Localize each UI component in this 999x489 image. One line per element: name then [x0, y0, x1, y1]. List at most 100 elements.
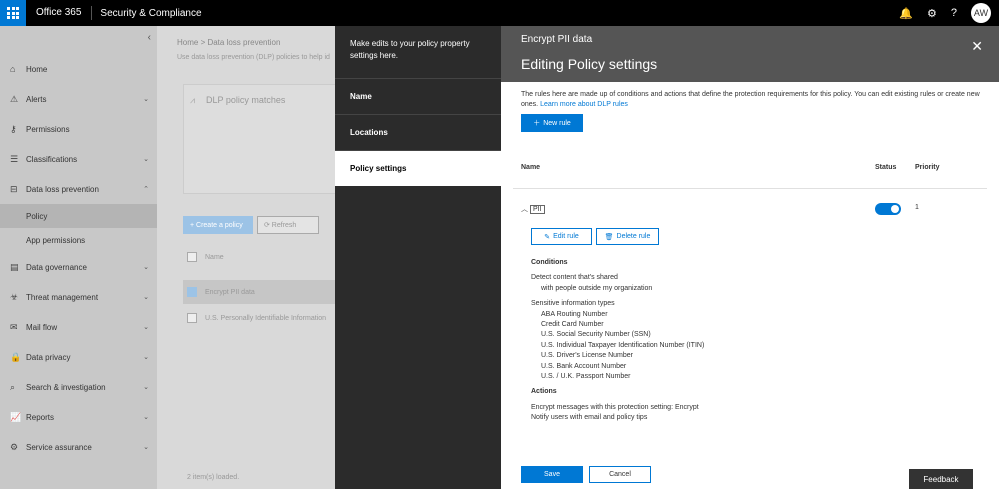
- delete-rule-button[interactable]: 🗑 Delete rule: [596, 228, 659, 245]
- wizard-step-name[interactable]: Name: [335, 78, 501, 114]
- nav-item-alerts[interactable]: ⚠ Alerts ⌄: [0, 84, 157, 114]
- nav-item-classifications[interactable]: ☰ Classifications ⌄: [0, 144, 157, 174]
- wizard-steps: Name Locations Policy settings: [335, 78, 501, 186]
- wizard-panel: Make edits to your policy property setti…: [335, 26, 501, 489]
- nav-item-label: Data privacy: [26, 352, 71, 362]
- sit-item: Credit Card Number: [541, 321, 604, 329]
- wizard-step-policy-settings[interactable]: Policy settings: [335, 150, 501, 186]
- nav-item-label: Classifications: [26, 154, 78, 164]
- nav-item-service-assurance[interactable]: ⚙ Service assurance ⌄: [0, 432, 157, 462]
- nav-item-reports[interactable]: 📈 Reports ⌄: [0, 402, 157, 432]
- chevron-down-icon: ⌄: [143, 96, 149, 103]
- chevron-down-icon: ⌄: [143, 294, 149, 301]
- row-label: U.S. Personally Identifiable Information: [205, 314, 327, 322]
- nav-item-search-investigation[interactable]: ⌕ Search & investigation ⌄: [0, 372, 157, 402]
- refresh-button[interactable]: ⟳ Refresh: [257, 216, 319, 234]
- list-icon: ☰: [10, 153, 19, 164]
- flyout-description: The rules here are made up of conditions…: [521, 90, 981, 110]
- chevron-down-icon: ⌄: [143, 264, 149, 271]
- sit-item: ABA Routing Number: [541, 310, 608, 318]
- nav-item-label: Home: [26, 64, 48, 74]
- main-content-background: Home > Data loss prevention Use data los…: [157, 26, 335, 489]
- condition-text: Detect content that's shared: [531, 274, 618, 282]
- sit-item: U.S. Social Security Number (SSN): [541, 331, 651, 339]
- office365-brand[interactable]: Office 365: [26, 6, 93, 20]
- save-button[interactable]: Save: [521, 466, 583, 483]
- chevron-up-icon: ⌃: [143, 186, 149, 193]
- gear-icon[interactable]: ⚙: [927, 7, 937, 20]
- nav-item-data-governance[interactable]: ▤ Data governance ⌄: [0, 252, 157, 282]
- bell-icon[interactable]: 🔔: [899, 7, 913, 20]
- nav-item-label: Mail flow: [26, 322, 58, 332]
- wizard-step-locations[interactable]: Locations: [335, 114, 501, 150]
- column-header-status: Status: [875, 164, 897, 171]
- avatar[interactable]: AW: [971, 3, 991, 23]
- sit-item: U.S. Driver's License Number: [541, 352, 633, 360]
- create-policy-button[interactable]: + Create a policy: [183, 216, 253, 234]
- cancel-button[interactable]: Cancel: [589, 466, 651, 483]
- list-item[interactable]: Encrypt PII data: [183, 280, 335, 304]
- chevron-down-icon: ⌄: [143, 444, 149, 451]
- app-launcher-icon[interactable]: [0, 0, 26, 26]
- divider: [513, 188, 987, 189]
- close-icon[interactable]: ✕: [971, 38, 983, 55]
- top-bar: Office 365 Security & Compliance 🔔 ⚙ ? A…: [0, 0, 999, 26]
- app-title[interactable]: Security & Compliance: [92, 8, 209, 19]
- home-icon: ⌂: [10, 64, 16, 74]
- lock-icon: 🔒: [10, 351, 22, 362]
- flyout-title: Editing Policy settings: [521, 56, 658, 72]
- row-checkbox[interactable]: [187, 287, 197, 297]
- row-checkbox[interactable]: [187, 313, 197, 323]
- sit-heading: Sensitive information types: [531, 300, 615, 308]
- nav-subitem-policy[interactable]: Policy: [0, 204, 157, 228]
- collapse-nav-icon[interactable]: ‹: [148, 32, 151, 43]
- action-item: Encrypt messages with this protection se…: [531, 403, 699, 411]
- nav-item-permissions[interactable]: ⚷ Permissions: [0, 114, 157, 144]
- pencil-icon: ✎: [544, 233, 551, 241]
- policy-name: Encrypt PII data: [521, 34, 593, 45]
- delete-rule-label: Delete rule: [616, 233, 651, 240]
- nav-item-data-loss-prevention[interactable]: ⊟ Data loss prevention ⌃: [0, 174, 157, 204]
- sit-item: U.S. Bank Account Number: [541, 362, 627, 370]
- rule-name: PII: [530, 204, 545, 214]
- feedback-button[interactable]: Feedback: [909, 469, 973, 489]
- biohazard-icon: ☣: [10, 291, 19, 302]
- nav-item-label: Threat management: [26, 292, 99, 302]
- edit-rule-button[interactable]: ✎ Edit rule: [531, 228, 592, 245]
- trash-icon: 🗑: [604, 233, 614, 241]
- column-header-priority: Priority: [915, 164, 940, 171]
- actions-heading: Actions: [531, 388, 557, 396]
- nav-item-label: Reports: [26, 412, 55, 422]
- key-icon: ⚷: [10, 123, 17, 134]
- help-icon[interactable]: ?: [951, 7, 957, 19]
- new-rule-button[interactable]: ＋ New rule: [521, 114, 583, 132]
- rule-details: Conditions Detect content that's shared …: [531, 258, 971, 424]
- nav-item-data-privacy[interactable]: 🔒 Data privacy ⌄: [0, 342, 157, 372]
- search-icon: ⌕: [10, 381, 16, 392]
- nav-item-label: Data governance: [26, 262, 87, 272]
- dlp-icon: ⊟: [10, 183, 18, 194]
- rule-status-toggle[interactable]: [875, 203, 901, 215]
- new-rule-label: New rule: [543, 119, 571, 127]
- plus-icon: ＋: [533, 120, 541, 127]
- breadcrumb[interactable]: Home > Data loss prevention: [177, 38, 280, 47]
- nav-item-mail-flow[interactable]: ✉ Mail flow ⌄: [0, 312, 157, 342]
- chevron-down-icon: ⌄: [143, 384, 149, 391]
- nav-item-home[interactable]: ⌂ Home: [0, 54, 157, 84]
- rule-priority: 1: [915, 204, 919, 211]
- chevron-down-icon: ⌄: [143, 414, 149, 421]
- flyout-panel: Encrypt PII data Editing Policy settings…: [501, 26, 999, 489]
- learn-more-link[interactable]: Learn more about DLP rules: [540, 101, 628, 108]
- nav-item-label: Data loss prevention: [26, 184, 99, 194]
- action-item: Notify users with email and policy tips: [531, 414, 648, 422]
- nav-subitem-app-permissions[interactable]: App permissions: [0, 228, 157, 252]
- flyout-header: Encrypt PII data Editing Policy settings…: [501, 26, 999, 82]
- alert-icon: ⚠: [10, 93, 19, 104]
- wizard-intro: Make edits to your policy property setti…: [350, 39, 470, 60]
- card-title: DLP policy matches: [206, 95, 286, 105]
- nav-item-threat-management[interactable]: ☣ Threat management ⌄: [0, 282, 157, 312]
- list-item[interactable]: U.S. Personally Identifiable Information: [183, 306, 335, 330]
- select-all-checkbox[interactable]: [187, 252, 197, 262]
- chart-icon: ⩘: [190, 95, 196, 105]
- rule-expand-toggle[interactable]: ︿ PII: [521, 204, 545, 214]
